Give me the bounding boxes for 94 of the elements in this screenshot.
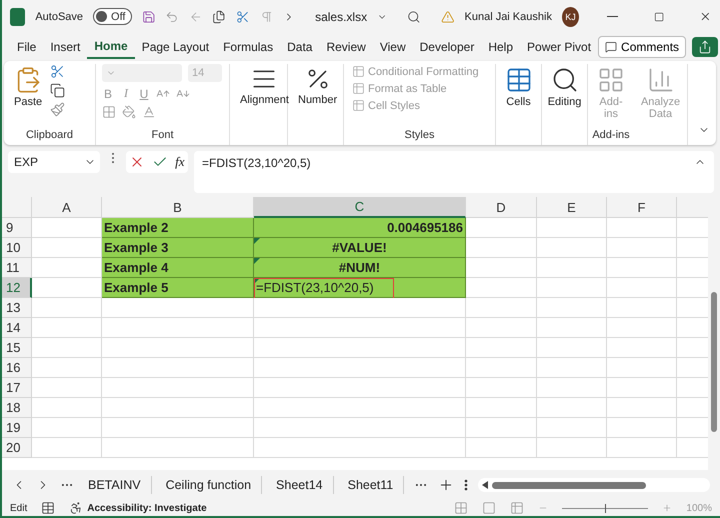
zoom-level: 100% xyxy=(686,502,712,514)
row-header[interactable]: 14 xyxy=(2,318,32,338)
table-cell-text: Example 4 xyxy=(103,259,170,277)
page-layout-icon xyxy=(482,501,496,515)
menu-tab[interactable]: Review xyxy=(319,36,373,58)
horizontal-scrollbar[interactable] xyxy=(478,478,710,492)
menu-tab[interactable]: Power Pivot xyxy=(520,36,598,58)
row-header[interactable]: 16 xyxy=(2,358,32,378)
table-icon xyxy=(504,66,532,94)
row-header[interactable]: 15 xyxy=(2,338,32,358)
table-style-icon xyxy=(352,99,365,112)
group-label: Styles xyxy=(404,129,436,143)
borders-icon xyxy=(102,105,116,119)
row-header[interactable]: 13 xyxy=(2,298,32,318)
sheet-tab[interactable]: Sheet11 xyxy=(344,476,404,494)
scissors-icon xyxy=(50,64,66,79)
save-icon xyxy=(142,8,156,24)
row-header[interactable]: 18 xyxy=(2,398,32,418)
column-header[interactable]: E xyxy=(537,197,607,218)
paste-button[interactable]: Paste xyxy=(10,64,46,110)
menu-tab[interactable]: Home xyxy=(87,34,135,58)
search-icon xyxy=(407,8,421,24)
more-options-icon[interactable] xyxy=(464,479,468,491)
comments-button[interactable]: Comments xyxy=(598,36,686,58)
table-cell-text: #NUM! xyxy=(338,259,382,277)
font-color-icon xyxy=(142,105,156,119)
file-name[interactable]: sales.xlsx xyxy=(315,10,368,24)
warning-icon xyxy=(440,8,454,24)
column-header[interactable]: A xyxy=(32,197,102,218)
font-name-field[interactable] xyxy=(102,64,182,82)
grid-icon xyxy=(597,66,625,94)
fill-color-icon xyxy=(122,105,136,119)
table-cell-text: 0.004695186 xyxy=(386,219,464,237)
row-header[interactable]: 20 xyxy=(2,438,32,458)
row-header[interactable]: 12 xyxy=(2,278,32,298)
group-label: Add-ins xyxy=(591,129,631,143)
share-button[interactable] xyxy=(692,36,718,56)
menu-tab[interactable]: File xyxy=(10,36,44,58)
group-label: Clipboard xyxy=(24,129,74,143)
menu-tab[interactable]: Formulas xyxy=(216,36,280,58)
copy-icon xyxy=(212,8,226,24)
table-cell: =FDIST(23,10^20,5) xyxy=(256,280,374,295)
autosave-toggle[interactable]: Off xyxy=(93,8,132,25)
page-break-icon xyxy=(510,501,524,515)
column-header[interactable]: D xyxy=(466,197,537,218)
row-header[interactable]: 19 xyxy=(2,418,32,438)
table-cell-text: Example 2 xyxy=(103,219,170,237)
scissors-icon xyxy=(236,8,250,24)
name-box[interactable]: EXP xyxy=(8,151,100,173)
row-header[interactable]: 10 xyxy=(2,238,32,258)
alignment-button[interactable]: Alignment xyxy=(236,64,293,108)
mode-indicator: Edit xyxy=(10,502,28,514)
comment-icon xyxy=(605,40,618,52)
ribbon-button[interactable]: Cells xyxy=(500,64,536,110)
maximize-icon xyxy=(654,10,664,22)
paintbrush-icon xyxy=(50,102,66,117)
app-logo-icon[interactable] xyxy=(10,8,26,26)
autosave-label: AutoSave xyxy=(35,10,84,22)
sheet-tab[interactable]: Ceiling function xyxy=(162,476,262,494)
menu-tab[interactable]: Help xyxy=(481,36,520,58)
fx-button[interactable]: fx xyxy=(175,154,185,170)
user-name: Kunal Jai Kaushik xyxy=(464,10,552,22)
minimize-icon[interactable] xyxy=(607,16,618,17)
row-header[interactable]: 11 xyxy=(2,258,32,278)
formula-field[interactable]: =FDIST(23,10^20,5) xyxy=(194,151,714,193)
sheet-tab[interactable]: Sheet14 xyxy=(272,476,334,494)
number-button[interactable]: Number xyxy=(294,64,342,108)
column-header[interactable]: B xyxy=(102,197,254,218)
ribbon-button[interactable]: Editing xyxy=(544,64,586,110)
group-label: Font xyxy=(150,129,174,143)
table-cell-text: Example 5 xyxy=(103,279,170,297)
table-style-icon xyxy=(352,65,365,78)
table-cell-text: Example 3 xyxy=(103,239,170,257)
menu-tab[interactable]: Insert xyxy=(43,36,88,58)
menu-tab[interactable]: Data xyxy=(280,36,320,58)
menu-tab[interactable]: Page Layout xyxy=(134,36,216,58)
row-header[interactable]: 17 xyxy=(2,378,32,398)
row-header[interactable]: 9 xyxy=(2,218,32,238)
user-avatar[interactable]: KJ xyxy=(562,6,579,26)
normal-view-icon xyxy=(454,501,468,515)
menu-tab[interactable]: Developer xyxy=(412,36,482,58)
share-icon xyxy=(698,40,712,54)
accessibility-icon xyxy=(69,501,84,515)
zoom-in-icon xyxy=(662,503,672,513)
scroll-left-icon[interactable] xyxy=(482,481,488,489)
accessibility-status[interactable]: Accessibility: Investigate xyxy=(87,502,207,514)
table-style-icon xyxy=(352,82,365,95)
table-cell-text: #VALUE! xyxy=(331,239,388,257)
sheet-tab[interactable]: BETAINV xyxy=(84,476,152,494)
menu-tab[interactable]: View xyxy=(372,36,413,58)
column-header[interactable]: F xyxy=(607,197,677,218)
column-header[interactable]: C xyxy=(254,197,466,218)
copy-icon xyxy=(50,83,66,98)
search-icon xyxy=(550,66,578,94)
